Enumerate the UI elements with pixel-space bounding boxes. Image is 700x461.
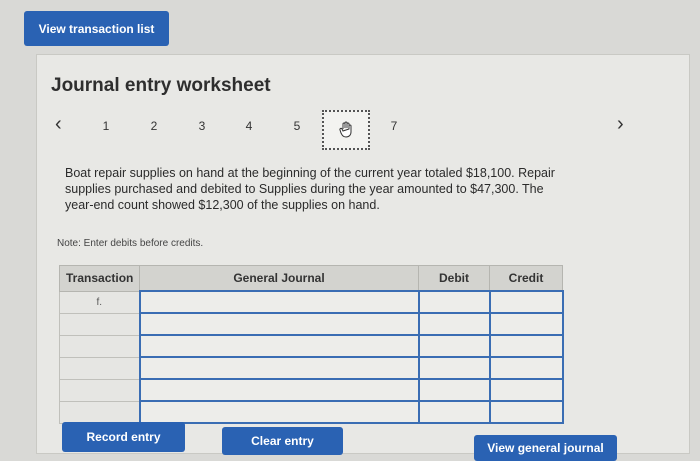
debit-input[interactable] bbox=[417, 312, 491, 336]
transaction-cell: f. bbox=[59, 290, 140, 314]
hand-cursor-icon bbox=[339, 121, 352, 138]
table-row bbox=[59, 400, 564, 424]
clear-entry-button[interactable]: Clear entry bbox=[222, 427, 343, 455]
page-title: Journal entry worksheet bbox=[51, 75, 271, 96]
transaction-cell bbox=[59, 312, 140, 336]
account-input[interactable] bbox=[138, 378, 420, 402]
column-header-credit: Credit bbox=[489, 265, 563, 292]
table-row bbox=[59, 334, 564, 358]
table-header-row: Transaction General Journal Debit Credit bbox=[59, 265, 563, 292]
instruction-note: Note: Enter debits before credits. bbox=[57, 238, 204, 249]
debit-input[interactable] bbox=[417, 378, 491, 402]
table-row bbox=[59, 312, 564, 336]
account-input[interactable] bbox=[138, 400, 420, 424]
credit-input[interactable] bbox=[488, 400, 564, 424]
credit-input[interactable] bbox=[488, 356, 564, 380]
transaction-cell bbox=[59, 356, 140, 380]
chevron-right-icon[interactable]: › bbox=[617, 113, 624, 136]
debit-input[interactable] bbox=[417, 290, 491, 314]
transaction-cell bbox=[59, 334, 140, 358]
transaction-cell bbox=[59, 378, 140, 402]
debit-input[interactable] bbox=[417, 356, 491, 380]
credit-input[interactable] bbox=[488, 312, 564, 336]
step-6-active[interactable] bbox=[322, 110, 370, 150]
account-input[interactable] bbox=[138, 290, 420, 314]
account-input[interactable] bbox=[138, 312, 420, 336]
step-2[interactable]: 2 bbox=[147, 119, 161, 133]
credit-input[interactable] bbox=[488, 334, 564, 358]
table-row bbox=[59, 378, 564, 402]
column-header-general-journal: General Journal bbox=[139, 265, 419, 292]
step-7[interactable]: 7 bbox=[387, 119, 401, 133]
credit-input[interactable] bbox=[488, 290, 564, 314]
debit-input[interactable] bbox=[417, 334, 491, 358]
view-general-journal-button[interactable]: View general journal bbox=[474, 435, 617, 461]
account-input[interactable] bbox=[138, 356, 420, 380]
table-row bbox=[59, 356, 564, 380]
question-text: Boat repair supplies on hand at the begi… bbox=[65, 166, 555, 212]
column-header-transaction: Transaction bbox=[59, 265, 140, 292]
debit-input[interactable] bbox=[417, 400, 491, 424]
step-3[interactable]: 3 bbox=[195, 119, 209, 133]
credit-input[interactable] bbox=[488, 378, 564, 402]
chevron-left-icon[interactable]: ‹ bbox=[55, 113, 62, 136]
transaction-cell bbox=[59, 400, 140, 424]
account-input[interactable] bbox=[138, 334, 420, 358]
step-4[interactable]: 4 bbox=[242, 119, 256, 133]
column-header-debit: Debit bbox=[418, 265, 490, 292]
step-1[interactable]: 1 bbox=[99, 119, 113, 133]
view-transaction-list-button[interactable]: View transaction list bbox=[24, 11, 169, 46]
step-5[interactable]: 5 bbox=[290, 119, 304, 133]
record-entry-button[interactable]: Record entry bbox=[62, 422, 185, 452]
journal-table: Transaction General Journal Debit Credit… bbox=[59, 265, 564, 424]
journal-entry-worksheet-panel: Journal entry worksheet ‹ 1 2 3 4 5 7 › … bbox=[36, 54, 690, 454]
table-row: f. bbox=[59, 290, 564, 314]
